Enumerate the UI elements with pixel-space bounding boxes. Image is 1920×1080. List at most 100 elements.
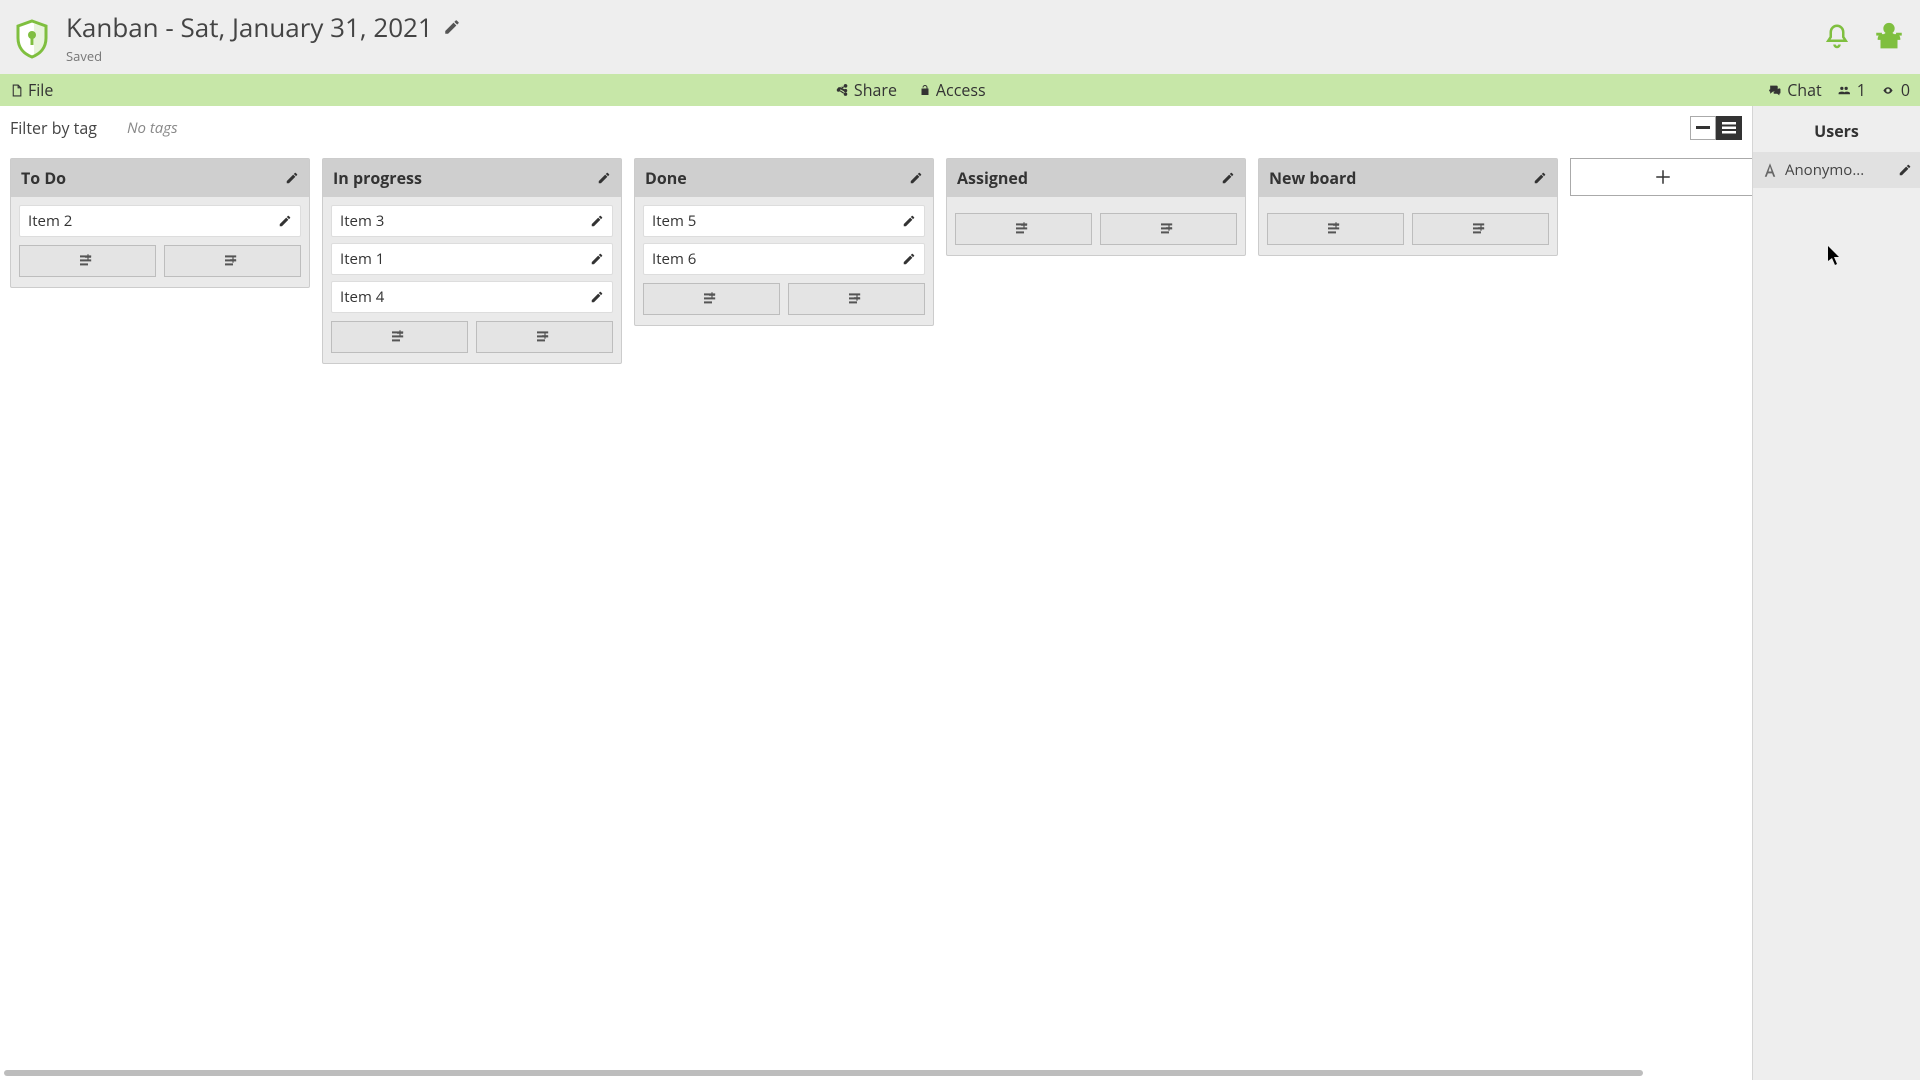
- card[interactable]: Item 5: [643, 205, 925, 237]
- users-count-value: 1: [1857, 79, 1866, 101]
- column-header[interactable]: To Do: [11, 159, 309, 197]
- columns-container: To Do Item 2 In progress Item 3 Item 1 Item 4…: [0, 150, 1752, 1080]
- card-title: Item 6: [652, 249, 696, 269]
- add-card-top-button[interactable]: [19, 245, 156, 277]
- column: Done Item 5 Item 6: [634, 158, 934, 326]
- add-card-bottom-button[interactable]: [1412, 213, 1549, 245]
- user-letter-icon: [1761, 161, 1779, 179]
- column-actions: [1259, 213, 1557, 255]
- rename-icon[interactable]: [443, 18, 461, 36]
- pencil-icon[interactable]: [590, 214, 604, 228]
- card[interactable]: Item 2: [19, 205, 301, 237]
- column-header[interactable]: New board: [1259, 159, 1557, 197]
- save-status: Saved: [66, 47, 461, 65]
- title-block: Kanban - Sat, January 31, 2021 Saved: [66, 9, 461, 65]
- column-title: Assigned: [957, 167, 1028, 189]
- viewers-count[interactable]: 0: [1880, 79, 1910, 101]
- column-title: New board: [1269, 167, 1356, 189]
- pencil-icon[interactable]: [590, 252, 604, 266]
- card[interactable]: Item 3: [331, 205, 613, 237]
- file-menu[interactable]: File: [10, 79, 53, 101]
- card-title: Item 2: [28, 211, 72, 231]
- view-list-button[interactable]: [1716, 116, 1742, 140]
- column-actions: [947, 213, 1245, 255]
- view-compact-button[interactable]: [1690, 116, 1716, 140]
- add-card-bottom-button[interactable]: [164, 245, 301, 277]
- add-card-bottom-button[interactable]: [788, 283, 925, 315]
- column-header[interactable]: In progress: [323, 159, 621, 197]
- column-title: To Do: [21, 167, 66, 189]
- viewers-count-value: 0: [1901, 79, 1910, 101]
- column: In progress Item 3 Item 1 Item 4: [322, 158, 622, 364]
- access-button[interactable]: Access: [919, 79, 986, 101]
- card-title: Item 5: [652, 211, 696, 231]
- column: Assigned: [946, 158, 1246, 256]
- add-card-top-button[interactable]: [955, 213, 1092, 245]
- add-card-bottom-button[interactable]: [476, 321, 613, 353]
- users-panel-title: Users: [1753, 106, 1920, 152]
- users-icon: [1836, 84, 1852, 97]
- pencil-icon[interactable]: [590, 290, 604, 304]
- chat-button[interactable]: Chat: [1767, 79, 1821, 101]
- chat-label: Chat: [1787, 79, 1821, 101]
- card[interactable]: Item 4: [331, 281, 613, 313]
- users-count[interactable]: 1: [1836, 79, 1866, 101]
- file-label: File: [28, 79, 53, 101]
- column-header[interactable]: Assigned: [947, 159, 1245, 197]
- pencil-icon[interactable]: [597, 171, 611, 185]
- column-actions: [323, 321, 621, 363]
- column-actions: [11, 245, 309, 287]
- user-name: Anonymo...: [1785, 160, 1892, 180]
- card[interactable]: Item 1: [331, 243, 613, 275]
- share-label: Share: [854, 79, 897, 101]
- cards-list: Item 2: [11, 197, 309, 245]
- access-label: Access: [936, 79, 986, 101]
- card-title: Item 4: [340, 287, 384, 307]
- app-logo-icon: [14, 19, 50, 55]
- filter-bar: Filter by tag No tags: [0, 106, 1752, 150]
- board-area: Filter by tag No tags To Do Item 2 In prog…: [0, 106, 1752, 1080]
- user-row[interactable]: Anonymo...: [1753, 152, 1920, 188]
- pencil-icon[interactable]: [1898, 163, 1912, 177]
- page-title: Kanban - Sat, January 31, 2021: [66, 9, 433, 45]
- add-card-top-button[interactable]: [1267, 213, 1404, 245]
- add-card-bottom-button[interactable]: [1100, 213, 1237, 245]
- add-column-button[interactable]: [1570, 158, 1752, 196]
- filter-label: Filter by tag: [10, 117, 97, 139]
- pencil-icon[interactable]: [902, 252, 916, 266]
- pencil-icon[interactable]: [285, 171, 299, 185]
- app-header: Kanban - Sat, January 31, 2021 Saved: [0, 0, 1920, 74]
- share-button[interactable]: Share: [835, 79, 897, 101]
- card-title: Item 1: [340, 249, 384, 269]
- eye-icon: [1880, 85, 1896, 96]
- column-title: Done: [645, 167, 687, 189]
- no-tags-text: No tags: [127, 118, 178, 138]
- card-title: Item 3: [340, 211, 384, 231]
- horizontal-scrollbar[interactable]: [4, 1070, 1910, 1078]
- column: New board: [1258, 158, 1558, 256]
- pencil-icon[interactable]: [1533, 171, 1547, 185]
- share-icon: [835, 83, 849, 97]
- cards-list: Item 5 Item 6: [635, 197, 933, 283]
- column-actions: [635, 283, 933, 325]
- column-header[interactable]: Done: [635, 159, 933, 197]
- pencil-icon[interactable]: [278, 214, 292, 228]
- pencil-icon[interactable]: [902, 214, 916, 228]
- user-avatar-icon[interactable]: [1872, 20, 1906, 54]
- notifications-icon[interactable]: [1822, 22, 1852, 52]
- add-card-top-button[interactable]: [643, 283, 780, 315]
- users-panel: Users Anonymo...: [1752, 106, 1920, 1080]
- cards-list: Item 3 Item 1 Item 4: [323, 197, 621, 321]
- card[interactable]: Item 6: [643, 243, 925, 275]
- chat-icon: [1767, 84, 1782, 97]
- column: To Do Item 2: [10, 158, 310, 288]
- main-toolbar: File Share Access Chat: [0, 74, 1920, 106]
- pencil-icon[interactable]: [1221, 171, 1235, 185]
- file-icon: [10, 83, 23, 98]
- add-card-top-button[interactable]: [331, 321, 468, 353]
- pencil-icon[interactable]: [909, 171, 923, 185]
- main-area: Filter by tag No tags To Do Item 2 In prog…: [0, 106, 1920, 1080]
- cards-list: [947, 197, 1245, 213]
- view-toggle: [1690, 116, 1742, 140]
- column-title: In progress: [333, 167, 422, 189]
